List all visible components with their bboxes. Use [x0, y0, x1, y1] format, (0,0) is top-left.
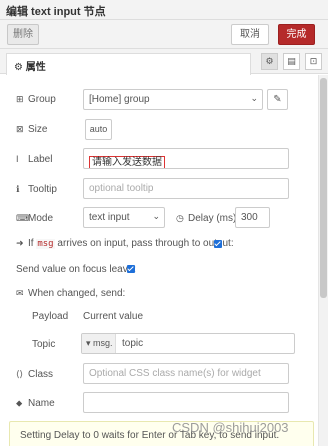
size-label-row: ⊠ Size — [16, 124, 47, 135]
text-cursor-icon: I — [16, 154, 19, 164]
topic-input[interactable]: ▾ msg. topic — [81, 333, 295, 354]
topic-value: topic — [122, 338, 144, 349]
resize-icon: ⊠ — [16, 124, 24, 134]
title-bar: 编辑 text input 节点 — [0, 0, 328, 20]
tooltip-label: Tooltip — [28, 184, 57, 195]
class-label-row: ⟨⟩ Class — [16, 369, 53, 380]
mode-label: Mode — [28, 213, 54, 224]
tab-appearance[interactable]: ⊡ — [305, 53, 322, 70]
mode-value: text input — [89, 212, 130, 223]
delay-label-row: ◷ Delay (ms) — [176, 213, 236, 224]
send-on-focus-label: Send value on focus leave: — [16, 264, 137, 275]
tooltip-placeholder: optional tooltip — [89, 183, 154, 194]
tab-description[interactable]: ▤ — [283, 53, 300, 70]
size-button[interactable]: auto — [85, 119, 112, 140]
passthrough-row: ➜ If msg arrives on input, pass through t… — [16, 238, 234, 249]
caret-down-icon: ▾ — [86, 338, 91, 348]
table-icon: ⊞ — [16, 94, 24, 104]
properties-panel — [0, 75, 328, 446]
mode-label-row: ⌨Mode — [16, 213, 53, 224]
tooltip-label-row: ℹ Tooltip — [16, 184, 57, 195]
topic-type-selector[interactable]: ▾ msg. — [82, 334, 116, 353]
code-icon: ⟨⟩ — [16, 369, 24, 379]
info-icon: ℹ — [16, 184, 20, 194]
group-label: Group — [28, 94, 56, 105]
tooltip-input[interactable]: optional tooltip — [83, 178, 289, 199]
cancel-button[interactable]: 取消 — [231, 24, 269, 45]
label-label: Label — [28, 154, 53, 165]
label-input[interactable]: 请输入发送数据 — [83, 148, 289, 169]
when-changed-row: ✉ When changed, send: — [16, 288, 125, 299]
group-label-row: ⊞ Group — [16, 94, 56, 105]
payload-value: Current value — [83, 311, 144, 322]
envelope-icon: ✉ — [16, 288, 24, 298]
pencil-icon: ✎ — [273, 94, 282, 105]
tag-icon: ⬥ — [16, 398, 23, 408]
label-label-row: I Label — [16, 154, 52, 165]
class-placeholder: Optional CSS class name(s) for widget — [89, 368, 261, 379]
send-on-focus-checkbox[interactable] — [127, 265, 135, 273]
document-icon: ▤ — [287, 56, 296, 66]
clock-icon: ◷ — [176, 213, 184, 223]
scrollbar-thumb[interactable] — [320, 78, 327, 298]
delay-input[interactable]: 300 — [235, 207, 270, 228]
gear-icon: ⚙ — [265, 56, 274, 66]
toolbar: 删除 取消 完成 — [0, 20, 328, 49]
gear-icon: ⚙ — [14, 62, 23, 73]
topic-type-label: msg. — [93, 338, 113, 348]
msg-code: msg — [36, 239, 55, 249]
watermark: CSDN @shihui2003 — [172, 420, 289, 435]
label-value: 请输入发送数据 — [89, 156, 165, 168]
tab-settings[interactable]: ⚙ — [261, 53, 278, 70]
tab-bar: ⚙ 属性 ⚙ ▤ ⊡ — [0, 49, 328, 75]
keyboard-icon: ⌨ — [16, 213, 29, 223]
group-select[interactable]: [Home] group ⌄ — [83, 89, 263, 110]
when-changed-label: When changed, send: — [28, 288, 126, 299]
class-label: Class — [28, 369, 54, 380]
passthrough-checkbox[interactable] — [214, 240, 222, 248]
arrow-right-icon: ➜ — [16, 238, 24, 248]
name-label-row: ⬥ Name — [16, 398, 55, 409]
tab-properties-label: 属性 — [25, 62, 46, 73]
mode-select[interactable]: text input ⌄ — [83, 207, 165, 228]
delete-button[interactable]: 删除 — [7, 24, 39, 45]
window-title: 编辑 text input 节点 — [6, 6, 106, 18]
chevron-down-icon: ⌄ — [250, 93, 258, 103]
edit-group-button[interactable]: ✎ — [267, 89, 288, 110]
topic-label: Topic — [32, 339, 56, 350]
class-input[interactable]: Optional CSS class name(s) for widget — [83, 363, 289, 384]
done-button[interactable]: 完成 — [278, 24, 315, 45]
frame-icon: ⊡ — [309, 56, 318, 66]
chevron-down-icon: ⌄ — [152, 211, 160, 221]
passthrough-prefix: If — [28, 238, 34, 249]
payload-label: Payload — [32, 311, 69, 322]
delay-label: Delay (ms) — [188, 213, 237, 224]
tab-properties[interactable]: ⚙ 属性 — [6, 53, 251, 75]
group-value: [Home] group — [89, 94, 150, 105]
name-input[interactable] — [83, 392, 289, 413]
passthrough-text: arrives on input, pass through to output… — [57, 238, 234, 249]
name-label: Name — [28, 398, 55, 409]
size-label: Size — [28, 124, 48, 135]
